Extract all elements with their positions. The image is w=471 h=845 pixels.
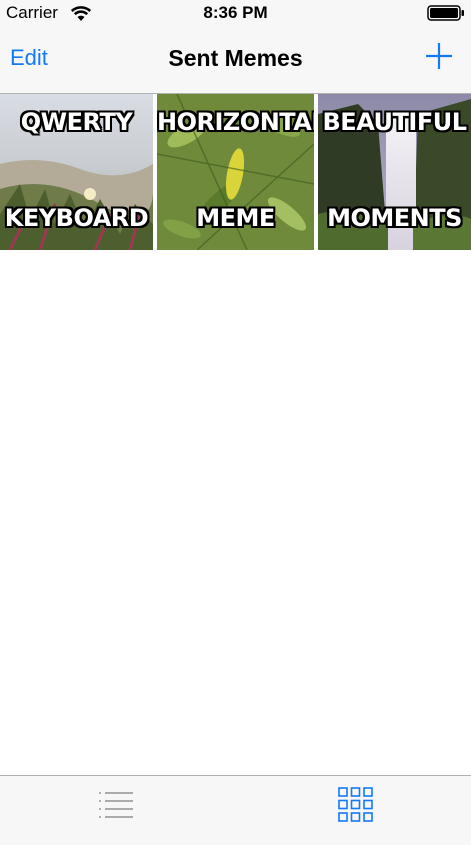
plus-icon[interactable]	[425, 42, 453, 70]
list-icon	[99, 792, 133, 818]
page-title: Sent Memes	[168, 45, 303, 71]
grid-icon	[338, 787, 373, 822]
meme-cell-3[interactable]: BEAUTIFUL MOMENTS	[318, 94, 471, 250]
status-time: 8:36 PM	[203, 3, 268, 22]
meme-top-text: HORIZONTAL	[157, 108, 314, 136]
tab-list[interactable]	[0, 776, 235, 845]
meme-top-text: BEAUTIFUL	[322, 108, 468, 136]
meme-bottom-text: MOMENTS	[327, 204, 462, 232]
meme-bottom-text: KEYBOARD	[4, 204, 149, 232]
meme-cell-2[interactable]: HORIZONTAL MEME	[157, 94, 314, 250]
tab-bar	[0, 775, 471, 845]
tab-grid[interactable]	[236, 776, 471, 845]
battery-icon	[427, 5, 464, 21]
navigation-bar: Edit Sent Memes	[0, 26, 471, 94]
meme-collection-grid: QWERTY KEYBOARD HORIZONTAL MEME BEAUTIFU…	[0, 94, 471, 250]
meme-top-text: QWERTY	[20, 108, 133, 136]
meme-cell-1[interactable]: QWERTY KEYBOARD	[0, 94, 153, 250]
status-bar: Carrier 8:36 PM	[0, 0, 471, 26]
meme-bottom-text: MEME	[196, 204, 275, 232]
